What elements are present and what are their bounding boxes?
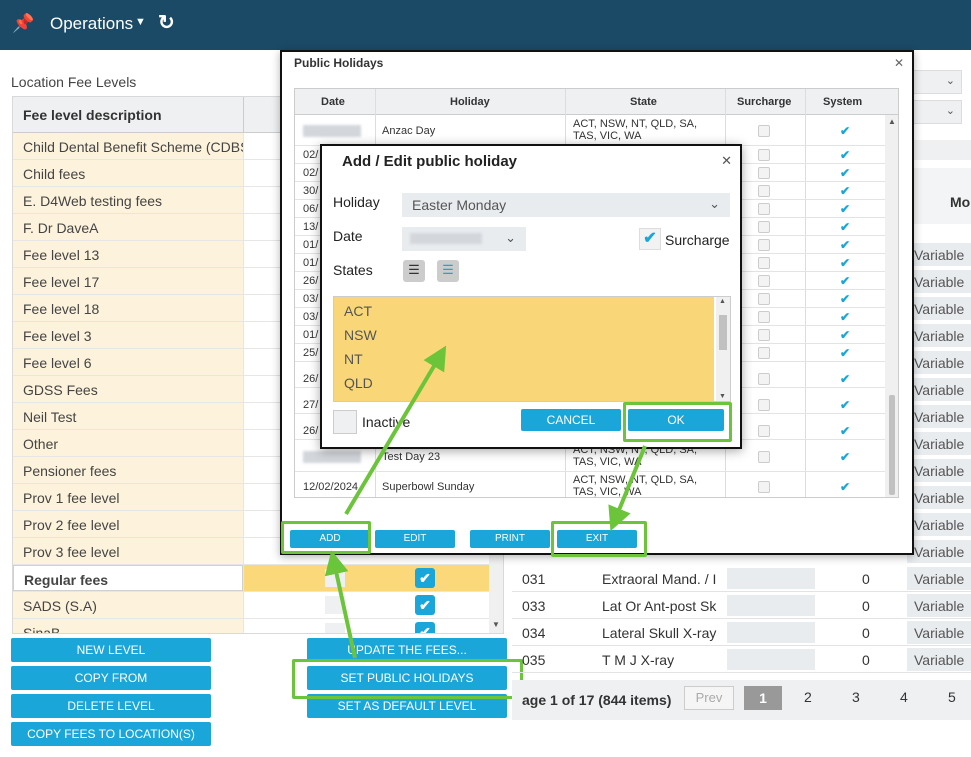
annotation-arrows xyxy=(324,345,647,659)
